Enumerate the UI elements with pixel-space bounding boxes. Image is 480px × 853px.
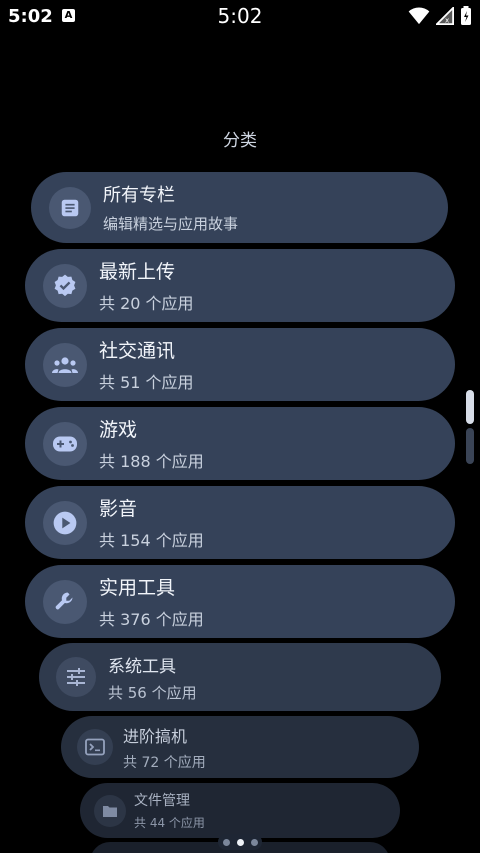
category-title: 进阶搞机: [123, 726, 188, 746]
category-text: 影音 共 154 个应用: [99, 494, 204, 551]
category-text: 最新上传 共 20 个应用: [99, 257, 194, 314]
screen: 5:02 A 5:02 x 分类 所有专栏 编辑精选与应用故事 最新上传 共 2…: [0, 0, 480, 853]
page-indicator: [218, 834, 262, 850]
scroll-track-indicator: [466, 428, 474, 464]
category-item-file-manager[interactable]: 文件管理 共 44 个应用: [80, 783, 400, 838]
terminal-icon: [77, 729, 113, 765]
category-item-latest[interactable]: 最新上传 共 20 个应用: [25, 249, 455, 322]
category-title: 社交通讯: [99, 340, 176, 362]
category-text: 进阶搞机 共 72 个应用: [123, 723, 206, 772]
gamepad-icon: [43, 421, 87, 466]
scroll-indicator[interactable]: [466, 390, 474, 424]
category-item-advanced[interactable]: 进阶搞机 共 72 个应用: [61, 716, 419, 778]
category-item-columns[interactable]: 所有专栏 编辑精选与应用故事: [31, 172, 448, 243]
group-icon: [43, 342, 87, 387]
category-item-system-tools[interactable]: 系统工具 共 56 个应用: [39, 643, 441, 711]
verified-badge-icon: [43, 263, 87, 308]
category-subtitle: 共 188 个应用: [99, 452, 204, 471]
play-circle-icon: [43, 500, 87, 545]
page-dot-active[interactable]: [236, 838, 244, 846]
category-list: 所有专栏 编辑精选与应用故事 最新上传 共 20 个应用 社交通讯 共 51 个…: [0, 0, 480, 853]
category-subtitle: 共 376 个应用: [99, 610, 204, 629]
category-text: 文件管理 共 44 个应用: [134, 790, 205, 831]
category-item-social[interactable]: 社交通讯 共 51 个应用: [25, 328, 455, 401]
category-subtitle: 共 154 个应用: [99, 531, 204, 550]
category-subtitle: 共 20 个应用: [99, 294, 194, 313]
category-title: 所有专栏: [103, 185, 175, 206]
page-dot[interactable]: [250, 838, 258, 846]
category-title: 最新上传: [99, 261, 176, 283]
tune-sliders-icon: [56, 657, 96, 697]
category-item-media[interactable]: 影音 共 154 个应用: [25, 486, 455, 559]
category-title: 文件管理: [134, 793, 190, 809]
category-subtitle: 共 44 个应用: [134, 816, 205, 830]
category-title: 游戏: [99, 419, 138, 441]
category-text: 实用工具 共 376 个应用: [99, 573, 204, 630]
category-title: 实用工具: [99, 577, 176, 599]
article-icon: [49, 186, 91, 229]
wrench-icon: [43, 579, 87, 624]
category-item-utilities[interactable]: 实用工具 共 376 个应用: [25, 565, 455, 638]
folder-icon: [94, 794, 126, 827]
category-text: 社交通讯 共 51 个应用: [99, 336, 194, 393]
category-text: 所有专栏 编辑精选与应用故事: [103, 181, 238, 234]
category-title: 影音: [99, 498, 138, 520]
category-subtitle: 编辑精选与应用故事: [103, 215, 239, 233]
page-dot[interactable]: [222, 838, 230, 846]
category-item-games[interactable]: 游戏 共 188 个应用: [25, 407, 455, 480]
category-subtitle: 共 51 个应用: [99, 373, 194, 392]
category-subtitle: 共 72 个应用: [123, 754, 206, 771]
category-text: 系统工具 共 56 个应用: [108, 652, 197, 703]
category-text: 游戏 共 188 个应用: [99, 415, 204, 472]
category-subtitle: 共 56 个应用: [108, 683, 197, 702]
category-title: 系统工具: [108, 656, 176, 677]
